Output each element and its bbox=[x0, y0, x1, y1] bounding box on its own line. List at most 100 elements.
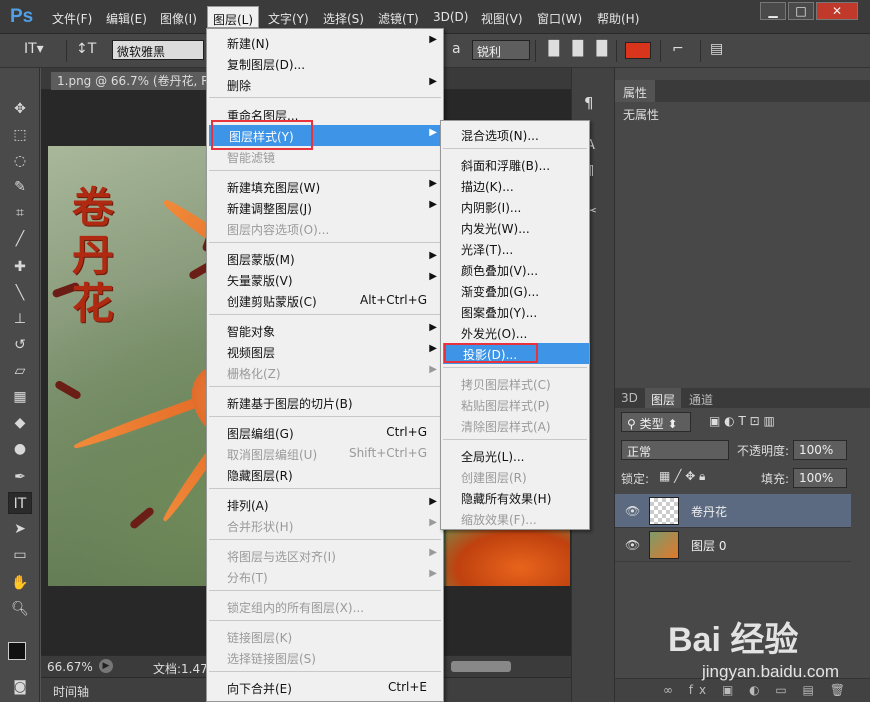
menu-item-paste-layer-style: 粘贴图层样式(P) bbox=[461, 399, 550, 413]
menu-item-color-overlay[interactable]: 颜色叠加(V)... bbox=[441, 259, 589, 280]
timeline-tab[interactable]: 时间轴 bbox=[53, 683, 89, 700]
menu-item-arrange[interactable]: 排列(A) ▶ bbox=[207, 494, 443, 515]
menu-item-inner-glow[interactable]: 内发光(W)... bbox=[441, 217, 589, 238]
menu-item-duplicate-layer[interactable]: 复制图层(D)... bbox=[207, 53, 443, 74]
menu-help[interactable]: 帮助(H) bbox=[597, 10, 639, 27]
properties-panel: 属性 无属性 bbox=[614, 68, 870, 388]
menu-item-outer-glow[interactable]: 外发光(O)... bbox=[441, 322, 589, 343]
visibility-eye-icon[interactable]: 👁︎ bbox=[625, 538, 640, 552]
toggle-orientation-icon[interactable]: ↕T bbox=[76, 41, 96, 57]
menu-item-new[interactable]: 新建(N) ▶ bbox=[207, 32, 443, 53]
menu-select[interactable]: 选择(S) bbox=[323, 10, 364, 27]
menu-layer[interactable]: 图层(L) bbox=[207, 6, 260, 28]
character-panel-icon[interactable]: ▤ bbox=[710, 41, 723, 57]
horizontal-scrollbar[interactable] bbox=[451, 661, 511, 672]
zoom-level[interactable]: 66.67% bbox=[47, 660, 93, 674]
menu-item-inner-shadow[interactable]: 内阴影(I)... bbox=[441, 196, 589, 217]
menu-item-new-adjustment-layer[interactable]: 新建调整图层(J) ▶ bbox=[207, 197, 443, 218]
menu-item-delete[interactable]: 删除 ▶ bbox=[207, 74, 443, 95]
close-button[interactable]: ✕ bbox=[816, 2, 858, 20]
menu-item-gradient-overlay[interactable]: 渐变叠加(G)... bbox=[441, 280, 589, 301]
menu-item-smart-object[interactable]: 智能对象 ▶ bbox=[207, 320, 443, 341]
align-center-icon[interactable]: ▐▌ bbox=[567, 41, 589, 57]
menu-item-vector-mask[interactable]: 矢量蒙版(V) ▶ bbox=[207, 269, 443, 290]
menu-item-new-layer-based-slice[interactable]: 新建基于图层的切片(B) bbox=[207, 392, 443, 413]
menu-item-video-layers[interactable]: 视频图层 ▶ bbox=[207, 341, 443, 362]
menu-item-new-fill-layer[interactable]: 新建填充图层(W) ▶ bbox=[207, 176, 443, 197]
healing-tool-icon[interactable]: ✚ bbox=[8, 256, 32, 278]
menu-item-create-layers: 创建图层(R) bbox=[461, 471, 527, 485]
document-info[interactable]: 文档:1.47 bbox=[153, 660, 208, 677]
menu-item-bevel-emboss[interactable]: 斜面和浮雕(B)... bbox=[441, 154, 589, 175]
menu-separator bbox=[209, 620, 441, 621]
pen-tool-icon[interactable]: ✒ bbox=[8, 466, 32, 488]
foreground-color-swatch[interactable] bbox=[8, 642, 26, 660]
paragraph-panel-icon[interactable]: ¶ bbox=[584, 94, 594, 112]
menu-edit[interactable]: 编辑(E) bbox=[106, 10, 147, 27]
quick-mask-icon[interactable]: ◙ bbox=[8, 676, 32, 698]
menu-item-layer-mask[interactable]: 图层蒙版(M) ▶ bbox=[207, 248, 443, 269]
menu-filter[interactable]: 滤镜(T) bbox=[378, 10, 419, 27]
menu-item-stroke[interactable]: 描边(K)... bbox=[441, 175, 589, 196]
menu-item-create-clipping-mask[interactable]: 创建剪贴蒙版(C) Alt+Ctrl+G bbox=[207, 290, 443, 311]
text-color-swatch[interactable] bbox=[625, 42, 651, 59]
tab-layers[interactable]: 图层 bbox=[645, 388, 682, 408]
menu-image[interactable]: 图像(I) bbox=[160, 10, 197, 27]
menu-item-global-light[interactable]: 全局光(L)... bbox=[441, 445, 589, 466]
brush-tool-icon[interactable]: ╲ bbox=[8, 282, 32, 304]
status-icon[interactable]: ▶ bbox=[99, 659, 113, 673]
separator bbox=[535, 40, 536, 62]
menu-window[interactable]: 窗口(W) bbox=[537, 10, 582, 27]
blur-tool-icon[interactable]: ◆ bbox=[8, 412, 32, 434]
type-tool-icon[interactable]: IT bbox=[8, 492, 32, 514]
layer-row[interactable]: 👁︎ 图层 0 bbox=[615, 528, 851, 562]
menu-item-group-layers[interactable]: 图层编组(G) Ctrl+G bbox=[207, 422, 443, 443]
layers-tabbar: 3D 图层 通道 bbox=[615, 388, 870, 408]
tab-3d[interactable]: 3D bbox=[615, 388, 644, 408]
path-select-tool-icon[interactable]: ➤ bbox=[8, 518, 32, 540]
menu-item-copy-layer-style: 拷贝图层样式(C) bbox=[461, 378, 551, 392]
font-family-field[interactable]: 微软雅黑 bbox=[112, 40, 204, 60]
filter-icons[interactable]: ▣ ◐ T ⊡ ▥ bbox=[709, 414, 775, 428]
fill-field[interactable]: 100% bbox=[793, 468, 847, 488]
lock-icons[interactable]: ▦ ╱ ✥ 🔒︎ bbox=[659, 469, 705, 484]
marquee-tool-icon[interactable]: ⬚ bbox=[8, 124, 32, 146]
menu-type[interactable]: 文字(Y) bbox=[268, 10, 309, 27]
eraser-tool-icon[interactable]: ▱ bbox=[8, 360, 32, 382]
visibility-eye-icon[interactable]: 👁︎ bbox=[625, 504, 640, 518]
blend-mode-select[interactable]: 正常 bbox=[621, 440, 729, 460]
dodge-tool-icon[interactable]: ● bbox=[8, 438, 32, 460]
shape-tool-icon[interactable]: ▭ bbox=[8, 544, 32, 566]
align-right-icon[interactable]: ▐▌ bbox=[591, 41, 613, 57]
type-tool-preset-icon[interactable]: IT▾ bbox=[24, 41, 44, 57]
menu-3d[interactable]: 3D(D) bbox=[433, 10, 468, 24]
antialias-select[interactable]: 锐利 bbox=[472, 40, 530, 60]
menu-item-hide-layers[interactable]: 隐藏图层(R) bbox=[207, 464, 443, 485]
tab-channels[interactable]: 通道 bbox=[683, 388, 719, 408]
stamp-tool-icon[interactable]: ⊥ bbox=[8, 308, 32, 330]
lasso-tool-icon[interactable]: ◌ bbox=[8, 150, 32, 172]
properties-tab[interactable]: 属性 bbox=[615, 80, 656, 102]
move-tool-icon[interactable]: ✥ bbox=[8, 98, 32, 120]
zoom-tool-icon[interactable]: 🔍︎ bbox=[8, 598, 32, 620]
quick-select-tool-icon[interactable]: ✎ bbox=[8, 176, 32, 198]
menu-item-pattern-overlay[interactable]: 图案叠加(Y)... bbox=[441, 301, 589, 322]
menu-view[interactable]: 视图(V) bbox=[481, 10, 523, 27]
eyedropper-tool-icon[interactable]: ╱ bbox=[8, 228, 32, 250]
warp-text-icon[interactable]: ⌐ bbox=[672, 41, 684, 57]
menu-item-blending-options[interactable]: 混合选项(N)... bbox=[441, 124, 589, 145]
minimize-button[interactable]: ▁ bbox=[760, 2, 786, 20]
menu-item-merge-down[interactable]: 向下合并(E) Ctrl+E bbox=[207, 677, 443, 698]
history-brush-icon[interactable]: ↺ bbox=[8, 334, 32, 356]
menu-item-hide-all-effects[interactable]: 隐藏所有效果(H) bbox=[441, 487, 589, 508]
gradient-tool-icon[interactable]: ▦ bbox=[8, 386, 32, 408]
align-left-icon[interactable]: ▐▌ bbox=[543, 41, 565, 57]
crop-tool-icon[interactable]: ⌗ bbox=[8, 202, 32, 224]
maximize-button[interactable]: □ bbox=[788, 2, 814, 20]
menu-item-satin[interactable]: 光泽(T)... bbox=[441, 238, 589, 259]
hand-tool-icon[interactable]: ✋ bbox=[8, 572, 32, 594]
menu-file[interactable]: 文件(F) bbox=[52, 10, 92, 27]
opacity-field[interactable]: 100% bbox=[793, 440, 847, 460]
layer-filter-select[interactable]: ⚲ 类型 ⬍ bbox=[621, 412, 691, 432]
layer-row[interactable]: 👁︎ 卷丹花 bbox=[615, 494, 851, 528]
